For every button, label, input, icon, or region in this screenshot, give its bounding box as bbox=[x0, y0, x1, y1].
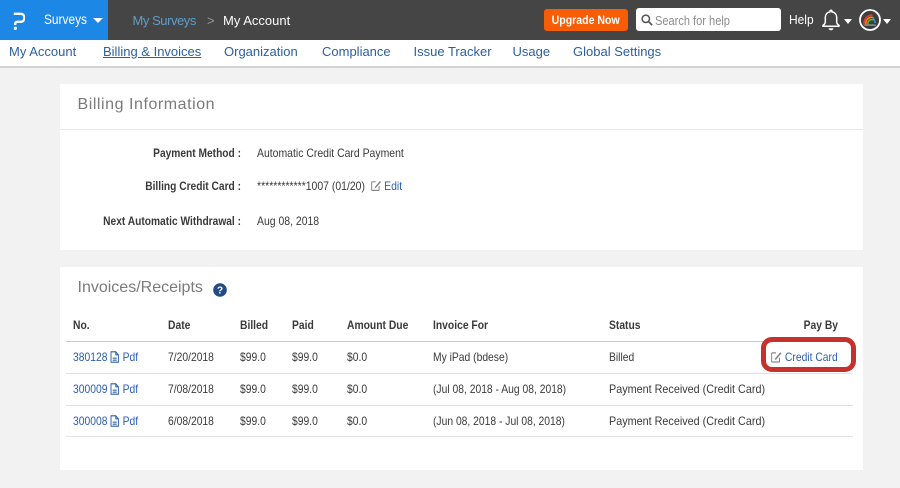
svg-text:?: ? bbox=[217, 285, 223, 296]
